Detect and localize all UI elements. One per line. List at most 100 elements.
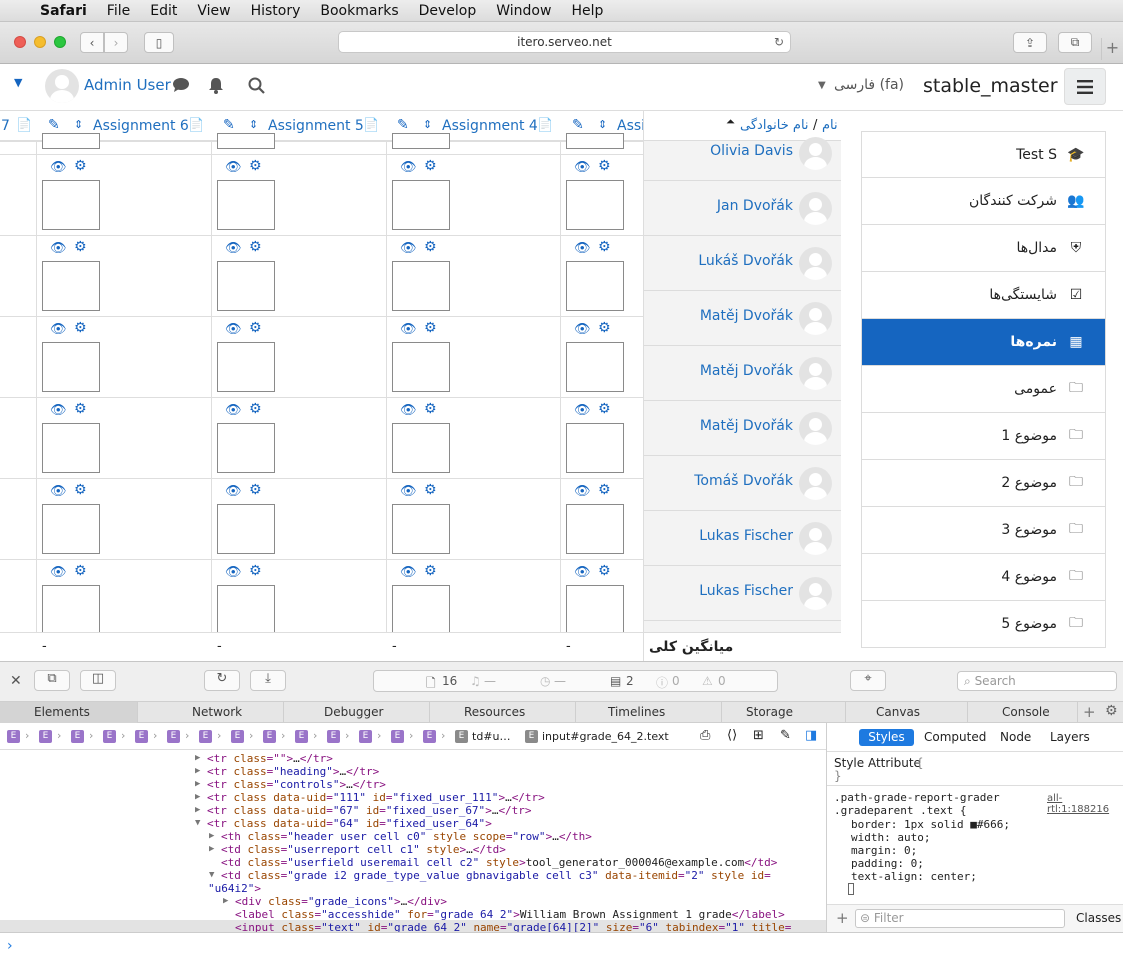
warning-count[interactable]: 0	[718, 674, 726, 688]
sort-icon[interactable]: ⇕	[74, 118, 83, 131]
grade-input[interactable]	[42, 133, 100, 149]
gear-icon[interactable]: ⚙	[424, 320, 437, 336]
edit-pencil-icon[interactable]: ✎	[572, 117, 584, 133]
sidebar-item[interactable]: ⛨ مدال‌ها	[861, 225, 1106, 272]
notifications-bell-icon[interactable]	[208, 77, 224, 98]
sidebar-item[interactable]: 👥 شرکت کنندگان	[861, 178, 1106, 225]
minimize-window-button[interactable]	[34, 36, 46, 48]
avatar[interactable]	[799, 302, 832, 335]
dom-node-line[interactable]: <th class="header user cell c0" style sc…	[221, 830, 592, 843]
element-badge[interactable]: E	[71, 730, 84, 743]
avatar[interactable]	[799, 577, 832, 610]
eye-icon[interactable]: 👁	[400, 565, 417, 580]
gear-icon[interactable]: ⚙	[74, 482, 87, 498]
log-count[interactable]: 2	[626, 674, 634, 688]
sidebar-item[interactable]: 🗀 موضوع 4	[861, 554, 1106, 601]
dom-node-line[interactable]: <input class = "text" id = "grade_64_2" name…	[235, 921, 791, 932]
avatar[interactable]	[45, 69, 79, 103]
language-selector[interactable]: فارسی (fa)	[834, 77, 904, 93]
grade-input[interactable]	[392, 261, 450, 311]
devtools-search-input[interactable]: ⌕ Search	[957, 671, 1117, 691]
nav-drawer-button[interactable]	[1064, 68, 1106, 105]
grade-input[interactable]	[217, 342, 275, 392]
element-badge[interactable]: E	[231, 730, 244, 743]
messages-icon[interactable]	[172, 77, 190, 97]
element-picker-button[interactable]: ⌖	[850, 670, 886, 691]
user-name-link[interactable]: Lukas Fischer	[699, 583, 793, 599]
tabs-overview-button[interactable]: ⧉	[1058, 32, 1092, 53]
grade-input[interactable]	[217, 423, 275, 473]
dom-node-line[interactable]: <tr class="heading">…</tr>	[207, 765, 379, 778]
gear-icon[interactable]: ⚙	[598, 158, 611, 174]
grade-input[interactable]	[392, 423, 450, 473]
eye-icon[interactable]: 👁	[50, 403, 67, 418]
column-header-label[interactable]: Assignment 4	[442, 118, 538, 134]
share-button[interactable]: ⇪	[1013, 32, 1047, 53]
css-property[interactable]: text-align: center;	[851, 870, 977, 883]
gear-icon[interactable]: ⚙	[74, 563, 87, 579]
user-name-link[interactable]: Jan Dvořák	[717, 198, 793, 214]
dom-node-line[interactable]: <tr class data-uid="64" id="fixed_user_6…	[207, 817, 492, 830]
error-count[interactable]: 0	[672, 674, 680, 688]
edit-pencil-icon[interactable]: ✎	[223, 117, 235, 133]
user-menu-caret-icon[interactable]: ▼	[14, 76, 22, 89]
menu-app-name[interactable]: Safari	[40, 3, 87, 19]
menu-window[interactable]: Window	[496, 3, 551, 19]
sort-icon[interactable]: ⇕	[249, 118, 258, 131]
eye-icon[interactable]: 👁	[400, 160, 417, 175]
grade-input[interactable]	[392, 504, 450, 554]
gear-icon[interactable]: ⚙	[74, 401, 87, 417]
gear-icon[interactable]: ⚙	[424, 401, 437, 417]
avatar[interactable]	[799, 412, 832, 445]
add-tab-icon[interactable]: +	[1083, 703, 1096, 721]
gear-icon[interactable]: ⚙	[598, 320, 611, 336]
eye-icon[interactable]: 👁	[400, 403, 417, 418]
gear-icon[interactable]: ⚙	[598, 401, 611, 417]
tab-layers[interactable]: Layers	[1050, 730, 1090, 744]
new-property-caret[interactable]	[848, 883, 854, 895]
gear-icon[interactable]: ⚙	[74, 239, 87, 255]
grade-input[interactable]	[392, 180, 450, 230]
eye-icon[interactable]: 👁	[50, 160, 67, 175]
gear-icon[interactable]: ⚙	[249, 320, 262, 336]
forward-button[interactable]: ›	[104, 32, 128, 53]
menu-develop[interactable]: Develop	[419, 3, 477, 19]
grade-input[interactable]	[392, 133, 450, 149]
tab-canvas[interactable]: Canvas	[846, 702, 968, 723]
code-icon[interactable]: ⟨⟩	[727, 728, 737, 743]
sort-icon[interactable]: ⇕	[423, 118, 432, 131]
undock-button[interactable]: ⧉	[34, 670, 70, 691]
grade-input[interactable]	[217, 261, 275, 311]
avatar[interactable]	[799, 192, 832, 225]
grade-input[interactable]	[42, 261, 100, 311]
eye-icon[interactable]: 👁	[400, 322, 417, 337]
avatar[interactable]	[799, 522, 832, 555]
grade-input[interactable]	[566, 261, 624, 311]
sidebar-item[interactable]: 🗀 موضوع 2	[861, 460, 1106, 507]
element-badge[interactable]: E	[295, 730, 308, 743]
tab-timelines[interactable]: Timelines	[576, 702, 722, 723]
eye-icon[interactable]: 👁	[574, 160, 591, 175]
tab-styles[interactable]: Styles	[859, 729, 914, 746]
grade-input[interactable]	[42, 423, 100, 473]
classes-toggle[interactable]: Classes	[1076, 911, 1121, 925]
element-badge[interactable]: E	[391, 730, 404, 743]
tab-storage[interactable]: Storage	[722, 702, 846, 723]
styles-filter-input[interactable]: ⊜ Filter	[855, 909, 1065, 928]
eye-icon[interactable]: 👁	[574, 403, 591, 418]
sidebar-item[interactable]: ☑ شایستگی‌ها	[861, 272, 1106, 319]
avatar[interactable]	[799, 137, 832, 170]
rule-selector[interactable]: .path-grade-report-grader	[834, 791, 1000, 804]
eye-icon[interactable]: 👁	[400, 241, 417, 256]
avatar[interactable]	[799, 357, 832, 390]
new-tab-button[interactable]: +	[1101, 38, 1123, 60]
eye-icon[interactable]: 👁	[50, 484, 67, 499]
sort-icon[interactable]: ⇕	[598, 118, 607, 131]
edit-pencil-icon[interactable]: ✎	[397, 117, 409, 133]
eye-icon[interactable]: 👁	[574, 565, 591, 580]
tab-node[interactable]: Node	[1000, 730, 1031, 744]
edit-pencil-icon[interactable]: ✎	[48, 117, 60, 133]
element-badge[interactable]: E	[39, 730, 52, 743]
grid-icon[interactable]: ⊞	[753, 728, 764, 743]
disclosure-triangle-icon[interactable]: ▶	[209, 843, 214, 856]
